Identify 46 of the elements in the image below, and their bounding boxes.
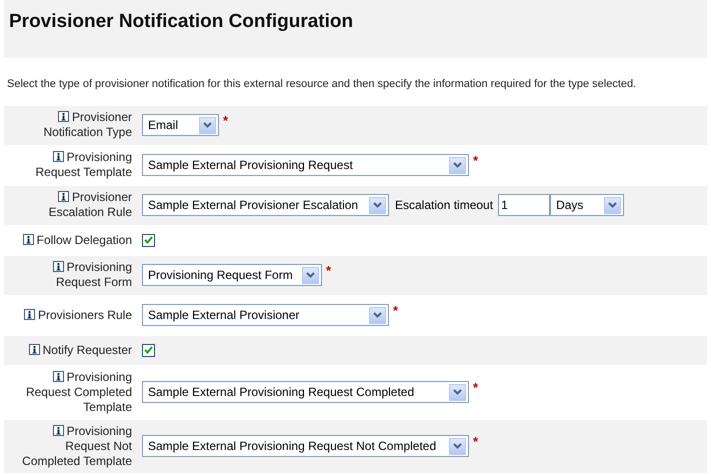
dropdown-select[interactable]: Sample External Provisioning Request Completed — [142, 381, 469, 403]
dropdown-select[interactable]: Days — [550, 194, 624, 216]
timeout-input[interactable]: 1 — [498, 194, 550, 216]
field-label: Provisioning Request Form — [14, 260, 132, 290]
field-label: Notify Requester — [28, 342, 132, 358]
page-title: Provisioner Notification Configuration — [9, 10, 354, 34]
required-mark: * — [326, 264, 332, 277]
dropdown-select[interactable]: Sample External Provisioning Request Not Completed — [142, 435, 469, 457]
field-label: Follow Delegation — [22, 232, 132, 248]
checkbox[interactable] — [142, 344, 155, 356]
caret-icon — [449, 438, 466, 454]
timeout-label: Escalation timeout — [395, 197, 494, 214]
info-icon[interactable] — [52, 424, 64, 436]
required-mark: * — [473, 435, 478, 448]
field-label: Provisioner Escalation Rule — [48, 190, 132, 220]
description-text: Select the type of provisioner notification for this external resource and then specify the information required for the type selected. — [6, 77, 638, 92]
caret-icon — [449, 156, 466, 174]
info-icon[interactable] — [58, 191, 69, 202]
info-icon[interactable] — [52, 151, 64, 162]
info-icon[interactable] — [28, 344, 40, 354]
caret-icon — [369, 196, 386, 214]
field-label: Provisioning Request Template — [34, 150, 132, 180]
required-mark: * — [223, 114, 228, 127]
dropdown-select[interactable]: Sample External Provisioner — [142, 304, 389, 326]
info-icon[interactable] — [52, 370, 64, 382]
caret-icon — [199, 116, 216, 134]
required-mark: * — [473, 154, 478, 167]
field-label: Provisioner Notification Type — [42, 110, 132, 140]
caret-icon — [604, 196, 622, 214]
info-icon[interactable] — [24, 308, 35, 320]
dropdown-select[interactable]: Sample External Provisioner Escalation — [142, 194, 389, 216]
field-label: Provisioning Request Completed Template — [24, 370, 132, 414]
caret-icon — [302, 266, 319, 284]
dropdown-select[interactable]: Sample External Provisioning Request — [142, 154, 469, 176]
required-mark: * — [393, 304, 398, 317]
info-icon[interactable] — [52, 261, 64, 272]
caret-icon — [449, 384, 466, 400]
field-label: Provisioning Request Not Completed Template — [21, 424, 132, 468]
info-icon[interactable] — [22, 234, 34, 244]
field-label: Provisioners Rule — [24, 308, 132, 322]
caret-icon — [369, 306, 386, 324]
required-mark: * — [473, 381, 478, 394]
info-icon[interactable] — [58, 111, 69, 122]
dropdown-select[interactable]: Email — [142, 114, 219, 136]
dropdown-select[interactable]: Provisioning Request Form — [142, 264, 322, 286]
checkbox[interactable] — [142, 234, 155, 246]
